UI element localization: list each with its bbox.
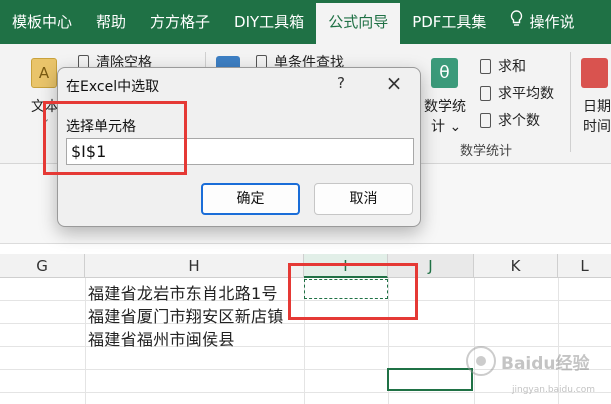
dialog-title: 在Excel中选取 (66, 79, 160, 95)
cell-h3[interactable]: 福建省福州市闽侯县 (88, 326, 235, 350)
sum-button[interactable]: 求和 (480, 56, 526, 76)
cell-h1[interactable]: 福建省龙岩市东肖北路1号 (88, 280, 278, 304)
close-icon[interactable]: × (383, 71, 405, 95)
annotation-box-cell-i1 (288, 263, 418, 320)
ribbon-tab-bar: 模板中心 帮助 方方格子 DIY工具箱 公式向导 PDF工具集 操作说 (0, 0, 611, 44)
cell-h2[interactable]: 福建省厦门市翔安区新店镇 (88, 303, 284, 327)
annotation-box-dialog-field (43, 101, 187, 175)
count-button[interactable]: 求个数 (480, 110, 540, 130)
math-stats-group-label: 数学统计 (460, 144, 513, 159)
column-header-k[interactable]: K (474, 254, 558, 278)
baidu-paw-icon (466, 346, 496, 376)
dialog-title-bar[interactable]: 在Excel中选取 ? × (58, 68, 420, 102)
tab-tell-me[interactable]: 操作说 (498, 0, 586, 44)
tell-me-label: 操作说 (529, 13, 575, 31)
column-header-g[interactable]: G (0, 254, 85, 278)
theta-icon[interactable]: θ (431, 58, 458, 88)
average-button[interactable]: 求平均数 (480, 83, 554, 103)
count-icon (480, 112, 491, 128)
tab-help[interactable]: 帮助 (84, 0, 138, 44)
tab-formula-wizard[interactable]: 公式向导 (316, 0, 401, 44)
watermark-url: jingyan.baidu.com (512, 385, 596, 395)
tab-template-center[interactable]: 模板中心 (0, 0, 84, 44)
column-header-l[interactable]: L (558, 254, 611, 278)
ribbon-separator-2 (570, 52, 571, 152)
time-label[interactable]: 时间 (583, 116, 611, 136)
sum-icon (480, 58, 491, 74)
tab-pdf-tools[interactable]: PDF工具集 (400, 0, 498, 44)
grid-column-line (85, 278, 86, 404)
cancel-button[interactable]: 取消 (314, 183, 413, 215)
column-header-h[interactable]: H (85, 254, 304, 278)
tab-fangfang[interactable]: 方方格子 (138, 0, 222, 44)
help-icon[interactable]: ? (333, 74, 349, 92)
date-icon[interactable] (581, 58, 608, 88)
watermark-brand: Baidu经验 (501, 353, 590, 374)
tab-diy-toolbox[interactable]: DIY工具箱 (222, 0, 316, 44)
math-stats-label[interactable]: 数学统 (424, 96, 466, 116)
math-stats-label-2[interactable]: 计 ⌄ (431, 116, 461, 136)
grid-column-line (474, 278, 475, 404)
average-icon (480, 85, 491, 101)
bulb-icon (510, 0, 523, 44)
ok-button[interactable]: 确定 (201, 183, 300, 215)
active-cell-j5[interactable] (387, 368, 473, 391)
date-label[interactable]: 日期 (583, 96, 611, 116)
text-icon[interactable]: A (31, 58, 57, 88)
watermark: Baidu经验 (466, 346, 590, 376)
